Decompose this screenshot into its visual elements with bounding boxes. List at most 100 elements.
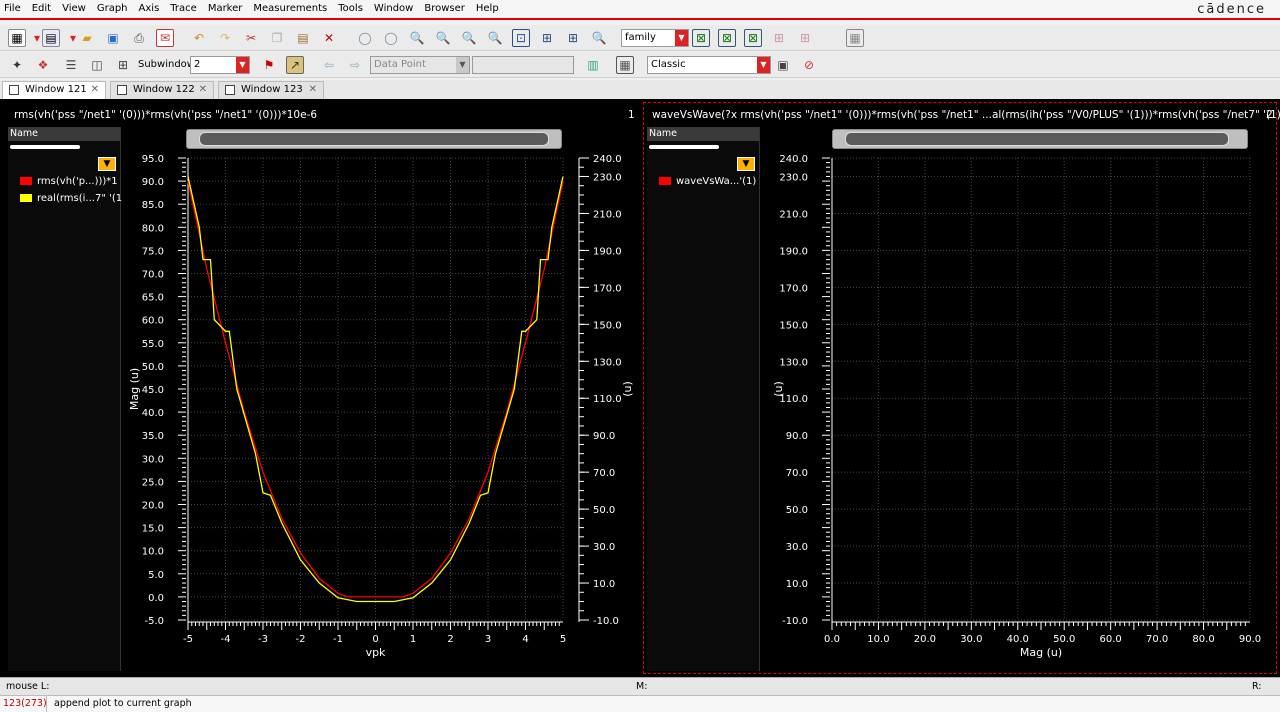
y-tick-label: 95.0 [142,154,164,165]
cards-icon[interactable]: ❖ [34,56,52,74]
zoom-in-icon[interactable]: 🔍 [434,29,452,47]
x-tick-label: 40.0 [1007,634,1029,645]
close-icon[interactable]: ✕ [309,82,317,98]
family-select[interactable]: family ▼ [621,29,689,47]
y2-tick-label: 170.0 [593,283,622,294]
y2-tick-label: 70.0 [593,468,615,479]
marker-mode-icon[interactable]: ↗ [286,56,304,74]
y-tick-label: 60.0 [142,316,164,327]
tab-window-122[interactable]: Window 122 ✕ [110,81,214,99]
menu-axis[interactable]: Axis [139,3,160,14]
x-tick-label: 90.0 [1239,634,1261,645]
data-point-select[interactable]: Data Point ▼ [370,56,470,74]
fit-icon[interactable]: ⊡ [512,29,530,47]
print-icon[interactable]: ⎙ [130,29,148,47]
flag-icon[interactable]: ⚑ [260,56,278,74]
x-tick-label: 30.0 [960,634,982,645]
subwindow-select[interactable]: 2 ▼ [190,56,250,74]
vertical-split-icon[interactable]: ◫ [88,56,106,74]
zoom-disabled-icon[interactable]: 🔍 [590,29,608,47]
tab-window-123[interactable]: Window 123 ✕ [218,81,324,99]
tab-window-121[interactable]: Window 121 ✕ [2,81,106,99]
y-tick-label: 210.0 [779,209,808,220]
menu-tools[interactable]: Tools [338,3,363,14]
delete-icon[interactable]: ✕ [320,29,338,47]
mouse-right-label: R: [1252,681,1262,692]
close-icon[interactable]: ✕ [91,82,99,98]
menu-measurements[interactable]: Measurements [253,3,327,14]
menu-view[interactable]: View [62,3,86,14]
y-tick-label: 230.0 [779,172,808,183]
snapshot-icon[interactable]: ✉ [156,29,174,47]
menu-window[interactable]: Window [374,3,413,14]
open-folder-icon[interactable]: ▰ [78,29,96,47]
window-style-icon[interactable]: ▣ [774,56,792,74]
y-tick-label: 240.0 [779,154,808,165]
zoom-region-icon[interactable]: ⊞ [564,29,582,47]
menu-help[interactable]: Help [476,3,499,14]
menu-file[interactable]: File [4,3,21,14]
copy-icon[interactable]: ❐ [268,29,286,47]
y2-tick-label: 150.0 [593,320,622,331]
overlay-icon[interactable]: ⊠ [718,29,736,47]
zoom-x-icon[interactable]: 🔍 [486,29,504,47]
y-tick-label: 5.0 [148,570,164,581]
data-point-value-field[interactable] [472,56,574,74]
graph-option-b-icon[interactable]: ⊞ [796,29,814,47]
x-tick-label: 1 [410,634,416,645]
bar-chart-icon[interactable]: ▥ [584,56,602,74]
x-tick-label: 0 [372,634,378,645]
new-window-icon[interactable]: ▦ [8,29,26,47]
zoom-box-icon[interactable]: ⊞ [538,29,556,47]
strip-chart-icon[interactable]: ⊠ [692,29,710,47]
chevron-down-icon: ▼ [236,57,249,73]
zoom-icon[interactable]: 🔍 [408,29,426,47]
plot2-chart[interactable]: 0.0 10.0 20.0 30.0 40.0 50.0 60.0 70.0 80.0 90.0 2… [640,99,1280,677]
window-remove-icon[interactable]: ⊘ [800,56,818,74]
grid-toggle-icon[interactable]: ▦ [846,29,864,47]
graph-option-a-icon[interactable]: ⊞ [770,29,788,47]
secondary-toolbar: ✦ ❖ ☰ ◫ ⊞ Subwindow: 2 ▼ ⚑ ↗ ⇦ ⇨ Data Poi… [0,52,1280,78]
y2-tick-label: 230.0 [593,172,622,183]
new-subwindow-icon[interactable]: ▤ [42,29,60,47]
undo-icon[interactable]: ↶ [190,29,208,47]
tile-icon[interactable]: ⊞ [114,56,132,74]
y-axis-label: Mag (u) [128,368,141,410]
redo-icon[interactable]: ↷ [216,29,234,47]
y-tick-label: 30.0 [786,542,808,553]
y-tick-label: 25.0 [142,477,164,488]
menu-trace[interactable]: Trace [170,3,197,14]
y2-tick-label: 130.0 [593,357,622,368]
style-select[interactable]: Classic ▼ [647,56,771,74]
y2-tick-label: 110.0 [593,394,622,405]
menu-edit[interactable]: Edit [32,3,51,14]
y2-tick-label: 90.0 [593,431,615,442]
save-icon[interactable]: ▣ [104,29,122,47]
zoom-in-circle-icon[interactable]: ◯ [382,29,400,47]
composite-icon[interactable]: ⊠ [744,29,762,47]
plot1-chart[interactable]: -5 -4 -3 -2 -1 0 1 2 3 4 5 95.0 90.0 85.0 80.0 75.0 70.0… [0,99,640,677]
marker-wand-icon[interactable]: ✦ [8,56,26,74]
horizontal-split-icon[interactable]: ☰ [62,56,80,74]
style-value: Classic [651,59,686,70]
y-tick-label: 55.0 [142,339,164,350]
previous-icon[interactable]: ⇦ [320,56,338,74]
zoom-out-circle-icon[interactable]: ◯ [356,29,374,47]
menu-marker[interactable]: Marker [208,3,243,14]
paste-icon[interactable]: ▤ [294,29,312,47]
menu-graph[interactable]: Graph [97,3,128,14]
calculator-icon[interactable]: ▦ [616,56,634,74]
y-axis-label: (u) [772,381,785,397]
subwindow-value: 2 [194,59,201,70]
data-point-value: Data Point [374,59,426,70]
y-tick-label: 50.0 [786,505,808,516]
cadence-logo: cādence [1197,2,1266,17]
x-tick-label: 4 [522,634,528,645]
y-tick-label: 190.0 [779,246,808,257]
zoom-out-icon[interactable]: 🔍 [460,29,478,47]
next-icon[interactable]: ⇨ [346,56,364,74]
close-icon[interactable]: ✕ [199,82,207,98]
cut-icon[interactable]: ✂ [242,29,260,47]
y-tick-label: 130.0 [779,357,808,368]
menu-browser[interactable]: Browser [424,3,465,14]
